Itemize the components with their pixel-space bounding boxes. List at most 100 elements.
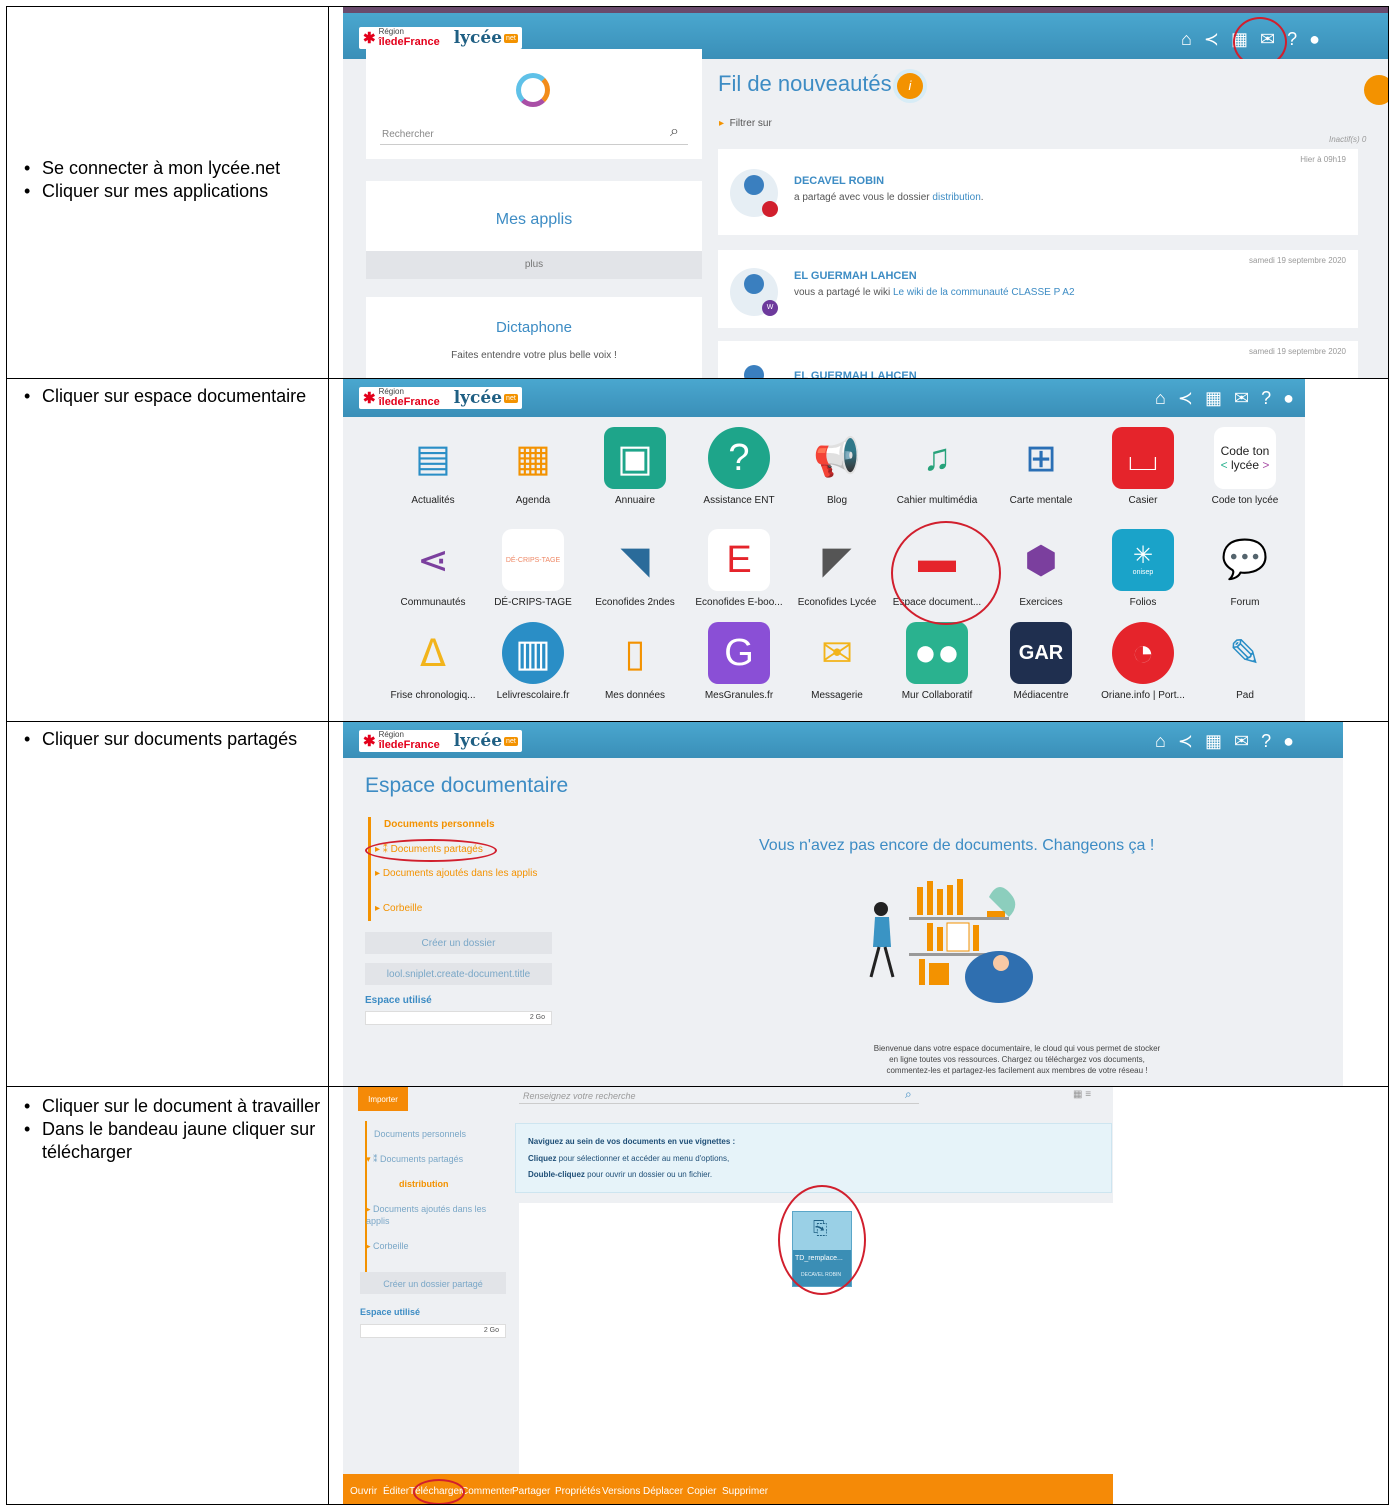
used-space-label: Espace utilisé <box>360 1307 421 1317</box>
step-4-instructions: Cliquer sur le document à travailler Dan… <box>6 1086 329 1505</box>
community-icon: ⋖ <box>417 539 449 582</box>
wiki-badge-icon: W <box>762 300 778 316</box>
feed-author[interactable]: DECAVEL ROBIN <box>794 175 884 187</box>
app-tile[interactable]: ▥ Lelivrescolaire.fr <box>485 622 581 701</box>
app-label: Lelivrescolaire.fr <box>496 690 570 701</box>
feed-item[interactable]: samedi 19 septembre 2020 EL GUERMAH LAHC… <box>718 341 1358 378</box>
tree-distribution[interactable]: distribution <box>399 1179 449 1189</box>
user-icon[interactable]: ● <box>1283 732 1294 750</box>
inactive-count: Inactif(s) 0 <box>1329 135 1367 144</box>
create-folder-button[interactable]: Créer un dossier <box>365 932 552 954</box>
app-tile[interactable]: ▤ Actualités <box>385 427 481 507</box>
import-button[interactable]: Importer <box>358 1087 408 1111</box>
feed-author[interactable]: EL GUERMAH LAHCEN <box>794 270 917 282</box>
app-tile[interactable]: Code ton < lycée > Code ton lycée <box>1197 427 1293 506</box>
action-deplacer[interactable]: Déplacer <box>643 1486 683 1497</box>
help-icon[interactable]: ? <box>1287 30 1297 48</box>
mail-icon[interactable]: ✉ <box>1234 732 1249 750</box>
app-tile[interactable]: ▣ Annuaire <box>587 427 683 506</box>
action-proprietes[interactable]: Propriétés <box>555 1486 601 1497</box>
apps-grid-icon[interactable]: ▦ <box>1205 732 1222 750</box>
app-tile[interactable]: ✉ Messagerie <box>789 622 885 702</box>
action-editer[interactable]: Éditer <box>383 1486 409 1497</box>
action-versions[interactable]: Versions <box>602 1486 640 1497</box>
app-tile[interactable]: ◤ Econofides Lycée <box>789 529 885 609</box>
app-tile[interactable]: 📢 Blog <box>789 427 885 506</box>
app-tile[interactable]: ? Assistance ENT <box>691 427 787 506</box>
app-tile[interactable]: ◔ Oriane.info | Port... <box>1095 622 1191 701</box>
action-supprimer[interactable]: Supprimer <box>722 1486 768 1497</box>
search-input[interactable]: Rechercher <box>382 129 434 140</box>
share-icon[interactable]: ≺ <box>1178 732 1193 750</box>
feed-link[interactable]: distribution <box>932 192 980 203</box>
create-document-button[interactable]: lool.sniplet.create-document.title <box>365 963 552 985</box>
logo[interactable]: ✱ Région îledeFrance lycée net <box>359 730 522 752</box>
app-tile[interactable]: G MesGranules.fr <box>691 622 787 701</box>
logo[interactable]: ✱ Région îledeFrance lycée net <box>359 27 522 49</box>
orange-badge-icon[interactable] <box>1364 75 1388 105</box>
mes-applis-title[interactable]: Mes applis <box>366 211 702 229</box>
app-tile[interactable]: 💬 Forum <box>1197 529 1293 608</box>
mail-icon[interactable]: ✉ <box>1234 389 1249 407</box>
app-tile[interactable]: E Econofides E-boo... <box>691 529 787 608</box>
user-icon[interactable]: ● <box>1309 30 1320 48</box>
plus-button[interactable]: plus <box>366 251 702 279</box>
action-commenter[interactable]: Commenter <box>461 1486 513 1497</box>
app-tile[interactable]: ●● Mur Collaboratif <box>889 622 985 701</box>
codeton-line2: < lycée > <box>1220 458 1270 472</box>
tree-documents-personnels[interactable]: Documents personnels <box>384 819 495 830</box>
app-tile[interactable]: ✎ Pad <box>1197 622 1293 702</box>
feed-text: vous a partagé le wiki Le wiki de la com… <box>794 287 1075 298</box>
quota-bar: 2 Go <box>360 1324 506 1338</box>
action-partager[interactable]: Partager <box>512 1486 550 1497</box>
logo[interactable]: ✱ Région îledeFrance lycée net <box>359 387 522 409</box>
info-icon[interactable]: i <box>897 73 923 99</box>
mes-applis-card[interactable]: Mes applis <box>366 181 702 251</box>
app-label: Exercices <box>1019 597 1063 608</box>
app-label: Econofides 2ndes <box>595 597 675 608</box>
app-tile[interactable]: ▯ Mes données <box>587 622 683 702</box>
app-tile[interactable]: ◥ Econofides 2ndes <box>587 529 683 609</box>
help-icon[interactable]: ? <box>1261 732 1271 750</box>
app-tile[interactable]: ⵠ Frise chronologiq... <box>385 622 481 702</box>
tree-corbeille[interactable]: ▸ Corbeille <box>375 903 422 914</box>
tree-corbeille[interactable]: ▸ Corbeille <box>366 1241 409 1252</box>
tree-documents-personnels[interactable]: Documents personnels <box>374 1129 466 1139</box>
create-shared-folder-button[interactable]: Créer un dossier partagé <box>360 1272 506 1294</box>
app-tile[interactable]: ▦ Agenda <box>485 427 581 507</box>
feed-item[interactable]: Hier à 09h19 DECAVEL ROBIN a partagé ave… <box>718 149 1358 235</box>
app-tile[interactable]: GAR Médiacentre <box>993 622 1089 701</box>
avatar-head-icon <box>744 365 764 378</box>
search-icon[interactable]: ⌕ <box>905 1087 912 1102</box>
app-tile[interactable]: ⌴ Casier <box>1095 427 1191 506</box>
app-tile[interactable]: ⬢ Exercices <box>993 529 1089 609</box>
search-icon[interactable]: ⌕ <box>670 123 679 141</box>
user-icon[interactable]: ● <box>1283 389 1294 407</box>
tree-documents-ajoutes[interactable]: ▸ Documents ajoutés dans les applis <box>366 1203 506 1227</box>
action-ouvrir[interactable]: Ouvrir <box>350 1486 377 1497</box>
dictaphone-card[interactable]: Dictaphone Faites entendre votre plus be… <box>366 297 702 378</box>
app-tile[interactable]: DÉ-CRIPS-TAGE DÉ-CRIPS-TAGE <box>485 529 581 608</box>
home-icon[interactable]: ⌂ <box>1181 30 1192 48</box>
share-icon[interactable]: ≺ <box>1204 30 1219 48</box>
tree-documents-ajoutes[interactable]: ▸ Documents ajoutés dans les applis <box>375 868 545 880</box>
grid-view-icon[interactable]: ▦ ≡ <box>1073 1089 1091 1100</box>
contacts-icon: ▣ <box>604 427 666 489</box>
feed-text: a partagé avec vous le dossier distribut… <box>794 192 984 203</box>
home-icon[interactable]: ⌂ <box>1155 732 1166 750</box>
app-tile[interactable]: ⊞ Carte mentale <box>993 427 1089 507</box>
app-tile[interactable]: ✳ onisep Folios <box>1095 529 1191 608</box>
home-icon[interactable]: ⌂ <box>1155 389 1166 407</box>
feed-item[interactable]: samedi 19 septembre 2020 W EL GUERMAH LA… <box>718 250 1358 328</box>
filter-toggle[interactable]: ▸ Filtrer sur <box>719 118 772 129</box>
share-icon[interactable]: ≺ <box>1178 389 1193 407</box>
app-tile[interactable]: ♫ Cahier multimédia <box>889 427 985 507</box>
tree-documents-partages[interactable]: ▾ ⁑ Documents partagés <box>366 1154 463 1165</box>
highlight-ring <box>778 1185 866 1295</box>
app-tile[interactable]: ⋖ Communautés <box>385 529 481 609</box>
help-icon[interactable]: ? <box>1261 389 1271 407</box>
action-copier[interactable]: Copier <box>687 1486 716 1497</box>
feed-link[interactable]: Le wiki de la communauté CLASSE P A2 <box>893 287 1075 298</box>
apps-grid-icon[interactable]: ▦ <box>1205 389 1222 407</box>
search-input[interactable]: Renseignez votre recherche <box>523 1091 636 1101</box>
